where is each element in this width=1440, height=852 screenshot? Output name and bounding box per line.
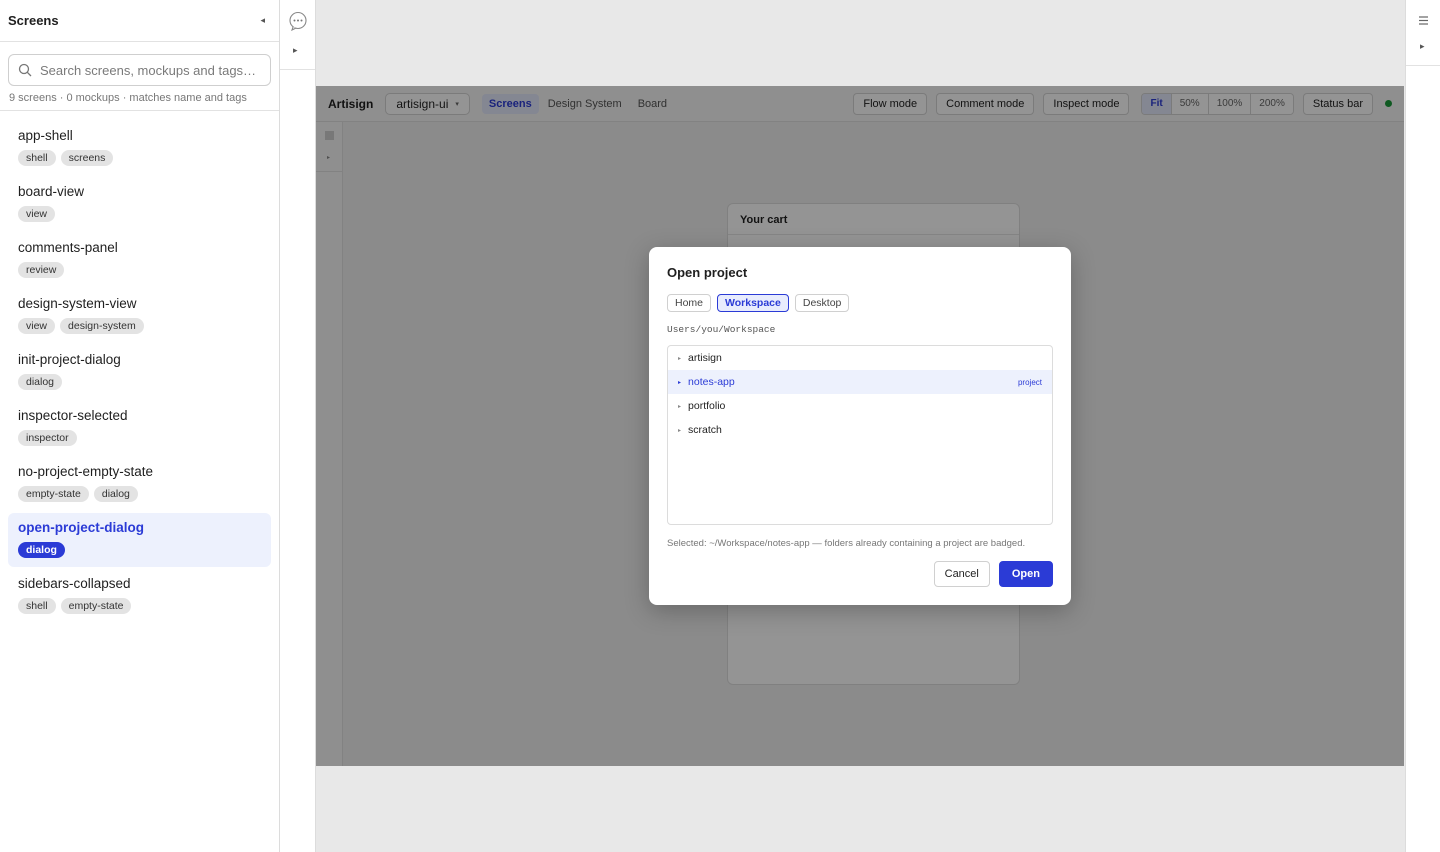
screen-tags: review: [18, 262, 261, 278]
folder-name: artisign: [688, 352, 722, 364]
folder-row[interactable]: ▸ portfolio: [668, 394, 1052, 418]
project-badge: project: [1017, 377, 1042, 387]
folder-name: scratch: [688, 424, 722, 436]
screen-item[interactable]: open-project-dialog dialog: [8, 513, 271, 567]
folder-row[interactable]: ▸ notes-app project: [668, 370, 1052, 394]
screen-list: app-shell shell screens board-view view comme…: [0, 111, 279, 623]
tag-badge: screens: [60, 150, 114, 166]
screen-name: app-shell: [18, 128, 73, 143]
dialog-actions: Cancel Open: [667, 561, 1053, 587]
comments-rail: ▸: [280, 0, 316, 852]
inspector-rail: ▸: [1405, 0, 1440, 852]
location-desktop[interactable]: Desktop: [794, 294, 850, 312]
screen-name: board-view: [18, 184, 85, 199]
tag-badge: dialog: [18, 374, 63, 390]
tag-badge: shell: [18, 150, 56, 166]
tag-badge: design-system: [60, 318, 144, 334]
search-input[interactable]: [40, 62, 260, 78]
screen-name: open-project-dialog: [18, 520, 144, 535]
screen-tags: shell screens: [18, 150, 261, 166]
screen-item[interactable]: inspector-selected inspector: [8, 401, 271, 455]
screen-name: sidebars-collapsed: [18, 576, 131, 591]
screen-tags: inspector: [18, 430, 261, 446]
tag-badge: dialog: [93, 486, 138, 502]
screen-item[interactable]: init-project-dialog dialog: [8, 345, 271, 399]
expand-inspector-button[interactable]: ▸: [1420, 41, 1425, 52]
search-icon: [18, 63, 32, 77]
tag-badge: inspector: [18, 430, 77, 446]
collapse-sidebar-button[interactable]: ◂: [256, 11, 269, 30]
sidebar-title: Screens: [8, 13, 59, 28]
menu-icon[interactable]: [1418, 13, 1429, 25]
selection-note: Selected: ~/Workspace/notes-app — folder…: [667, 538, 1026, 549]
screen-count: 9 screens · 0 mockups · matches name and…: [0, 86, 279, 111]
comment-icon[interactable]: [288, 11, 308, 32]
chevron-right-icon[interactable]: ▸: [678, 403, 681, 410]
screen-item[interactable]: comments-panel review: [8, 233, 271, 287]
location-home[interactable]: Home: [667, 294, 712, 312]
screen-item[interactable]: board-view view: [8, 177, 271, 231]
expand-comments-button[interactable]: ▸: [293, 45, 298, 56]
open-project-dialog: Open project Home Workspace Desktop User…: [649, 247, 1071, 605]
current-path: Users/you/Workspace: [667, 324, 776, 335]
screen-item[interactable]: sidebars-collapsed shell empty-state: [8, 569, 271, 623]
screen-item[interactable]: design-system-view view design-system: [8, 289, 271, 343]
tag-badge: dialog: [18, 542, 65, 558]
location-tabs: Home Workspace Desktop: [667, 294, 1053, 312]
tag-badge: view: [18, 206, 56, 222]
screen-tags: view design-system: [18, 318, 261, 334]
dialog-title: Open project: [667, 265, 748, 280]
screen-name: comments-panel: [18, 240, 118, 255]
tag-badge: shell: [18, 598, 56, 614]
screen-tags: dialog: [18, 374, 261, 390]
screen-tags: empty-state dialog: [18, 486, 261, 502]
location-workspace[interactable]: Workspace: [717, 294, 789, 312]
folder-name: notes-app: [688, 376, 735, 388]
folder-name: portfolio: [688, 400, 726, 412]
screen-name: design-system-view: [18, 296, 137, 311]
screens-sidebar: Screens ◂ 9 screens · 0 mockups · matche…: [0, 0, 280, 852]
screen-tags: shell empty-state: [18, 598, 261, 614]
screen-tags: view: [18, 206, 261, 222]
folder-row[interactable]: ▸ scratch: [668, 418, 1052, 442]
comments-rail-header: ▸: [280, 0, 315, 70]
screen-name: inspector-selected: [18, 408, 128, 423]
screen-name: no-project-empty-state: [18, 464, 154, 479]
screen-tags: dialog: [18, 542, 261, 558]
screen-item[interactable]: app-shell shell screens: [8, 121, 271, 175]
chevron-right-icon[interactable]: ▸: [678, 379, 681, 386]
tag-badge: review: [18, 262, 65, 278]
open-button[interactable]: Open: [998, 561, 1053, 587]
folder-row[interactable]: ▸ artisign: [668, 346, 1052, 370]
screen-name: init-project-dialog: [18, 352, 121, 367]
tag-badge: empty-state: [18, 486, 89, 502]
cancel-button[interactable]: Cancel: [933, 561, 990, 587]
chevron-right-icon[interactable]: ▸: [678, 427, 681, 434]
chevron-right-icon[interactable]: ▸: [678, 355, 681, 362]
screen-item[interactable]: no-project-empty-state empty-state dialog: [8, 457, 271, 511]
sidebar-header: Screens ◂: [0, 0, 279, 42]
folder-list: ▸ artisign ▸ notes-app project ▸ portfolio ▸ scr…: [667, 345, 1053, 525]
tag-badge: view: [18, 318, 56, 334]
search-box[interactable]: [8, 54, 271, 86]
tag-badge: empty-state: [60, 598, 132, 614]
